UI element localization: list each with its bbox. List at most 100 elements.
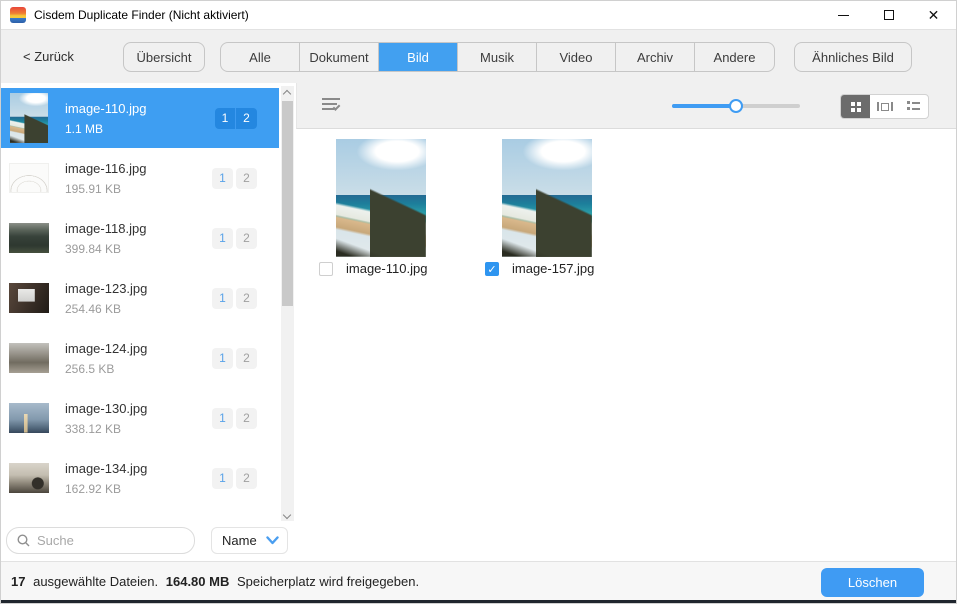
- maximize-icon: [883, 10, 894, 20]
- file-name: image-124.jpg: [65, 340, 148, 356]
- file-size: 162.92 KB: [65, 481, 122, 496]
- photo-preview[interactable]: [336, 139, 426, 257]
- tab-musik[interactable]: Musik: [458, 43, 537, 71]
- scroll-up-icon[interactable]: [282, 89, 292, 99]
- statusbar: 17 ausgewählte Dateien. 164.80 MB Speich…: [1, 561, 956, 603]
- list-item[interactable]: image-130.jpg 338.12 KB 1 2: [1, 388, 279, 448]
- file-name: image-110.jpg: [65, 100, 147, 116]
- badge-2[interactable]: 2: [236, 227, 257, 249]
- select-checkbox-unchecked[interactable]: [319, 261, 333, 276]
- duplicate-sidebar: image-110.jpg 1.1 MB 1 2 image-116.jpg 1…: [1, 83, 296, 561]
- badge-2[interactable]: 2: [236, 347, 257, 369]
- search-icon: [17, 534, 30, 547]
- list-view-button[interactable]: [899, 95, 928, 118]
- coverflow-view-button[interactable]: [870, 95, 899, 118]
- image-card[interactable]: image-110.jpg: [319, 139, 427, 276]
- photo-file-name: image-157.jpg: [512, 261, 595, 276]
- file-name: image-130.jpg: [65, 400, 148, 416]
- list-item[interactable]: image-110.jpg 1.1 MB 1 2: [1, 88, 279, 148]
- list-item[interactable]: image-134.jpg 162.92 KB 1 2: [1, 448, 279, 508]
- view-mode-toggle: [840, 94, 929, 119]
- tab-video[interactable]: Video: [537, 43, 616, 71]
- badge-1[interactable]: 1: [212, 407, 233, 429]
- selection-summary: 17 ausgewählte Dateien. 164.80 MB Speich…: [11, 574, 423, 589]
- badge-2[interactable]: 2: [236, 107, 257, 129]
- grid-view-button[interactable]: [841, 95, 870, 118]
- thumbnail-zoom-slider[interactable]: [672, 99, 800, 113]
- thumbnail-tablet: [9, 283, 49, 313]
- sort-value: Name: [222, 533, 257, 548]
- coverflow-icon: [876, 102, 893, 111]
- list-item[interactable]: image-124.jpg 256.5 KB 1 2: [1, 328, 279, 388]
- delete-button[interactable]: Löschen: [821, 568, 924, 597]
- list-item[interactable]: image-118.jpg 399.84 KB 1 2: [1, 208, 279, 268]
- badge-1[interactable]: 1: [212, 287, 233, 309]
- sort-dropdown[interactable]: Name: [211, 527, 288, 554]
- file-name: image-118.jpg: [65, 220, 147, 236]
- thumbnail-landscape: [9, 223, 49, 253]
- duplicate-count-badges: 1 2: [215, 107, 257, 129]
- scrollbar-thumb[interactable]: [282, 101, 293, 306]
- thumbnail-skyline: [9, 403, 49, 433]
- duplicate-count-badges: 1 2: [212, 167, 257, 189]
- badge-2[interactable]: 2: [236, 167, 257, 189]
- duplicate-count-badges: 1 2: [212, 287, 257, 309]
- similar-image-button[interactable]: Ähnliches Bild: [794, 42, 912, 72]
- file-name: image-134.jpg: [65, 460, 148, 476]
- minimize-icon: [838, 14, 849, 16]
- photo-file-name: image-110.jpg: [346, 261, 428, 276]
- file-name: image-123.jpg: [65, 280, 148, 296]
- badge-2[interactable]: 2: [236, 287, 257, 309]
- sidebar-scrollbar[interactable]: [281, 86, 294, 523]
- tab-archiv[interactable]: Archiv: [616, 43, 695, 71]
- tab-bild[interactable]: Bild: [379, 43, 458, 71]
- minimize-button[interactable]: [821, 1, 866, 29]
- badge-1[interactable]: 1: [215, 107, 236, 129]
- duplicate-count-badges: 1 2: [212, 227, 257, 249]
- tab-alle[interactable]: Alle: [221, 43, 300, 71]
- grid-icon: [850, 101, 861, 112]
- app-icon: [10, 7, 26, 23]
- back-button[interactable]: < Zurück: [23, 49, 74, 64]
- thumbnail-sketch: [9, 163, 49, 193]
- image-card[interactable]: ✓ image-157.jpg: [485, 139, 594, 276]
- badge-1[interactable]: 1: [212, 167, 233, 189]
- photo-preview[interactable]: [502, 139, 592, 257]
- badge-1[interactable]: 1: [212, 467, 233, 489]
- duplicate-list: image-110.jpg 1.1 MB 1 2 image-116.jpg 1…: [1, 88, 279, 508]
- list-icon: [907, 101, 920, 112]
- list-item[interactable]: image-123.jpg 254.46 KB 1 2: [1, 268, 279, 328]
- selected-count-text: ausgewählte Dateien.: [33, 573, 159, 589]
- selected-count: 17: [11, 573, 26, 589]
- close-icon: ✕: [927, 7, 940, 23]
- badge-2[interactable]: 2: [236, 407, 257, 429]
- list-item[interactable]: image-116.jpg 195.91 KB 1 2: [1, 148, 279, 208]
- duplicate-preview-area: image-110.jpg ✓ image-157.jpg: [297, 130, 956, 561]
- tab-andere[interactable]: Andere: [695, 43, 774, 71]
- search-input[interactable]: [37, 533, 177, 548]
- file-size: 1.1 MB: [65, 121, 104, 136]
- chevron-down-icon: [266, 536, 279, 545]
- badge-2[interactable]: 2: [236, 467, 257, 489]
- select-checkbox-checked[interactable]: ✓: [485, 261, 499, 276]
- maximize-button[interactable]: [866, 1, 911, 29]
- select-list-icon[interactable]: [322, 98, 342, 114]
- file-size: 338.12 KB: [65, 421, 122, 436]
- badge-1[interactable]: 1: [212, 347, 233, 369]
- close-button[interactable]: ✕: [911, 1, 956, 29]
- sidebar-footer: Name: [1, 521, 296, 561]
- freed-size-text: Speicherplatz wird freigegeben.: [236, 573, 420, 589]
- filter-tabs: Alle Dokument Bild Musik Video Archiv An…: [220, 42, 775, 72]
- badge-1[interactable]: 1: [212, 227, 233, 249]
- overview-button[interactable]: Übersicht: [123, 42, 205, 72]
- file-size: 254.46 KB: [65, 301, 122, 316]
- scroll-down-icon[interactable]: [282, 510, 292, 520]
- tab-dokument[interactable]: Dokument: [300, 43, 379, 71]
- app-window: Cisdem Duplicate Finder (Nicht aktiviert…: [0, 0, 957, 604]
- thumbnail-beach: [10, 93, 48, 143]
- thumbnail-ruins: [9, 343, 49, 373]
- search-box[interactable]: [6, 527, 195, 554]
- file-size: 195.91 KB: [65, 181, 122, 196]
- slider-knob[interactable]: [729, 99, 743, 113]
- duplicate-count-badges: 1 2: [212, 467, 257, 489]
